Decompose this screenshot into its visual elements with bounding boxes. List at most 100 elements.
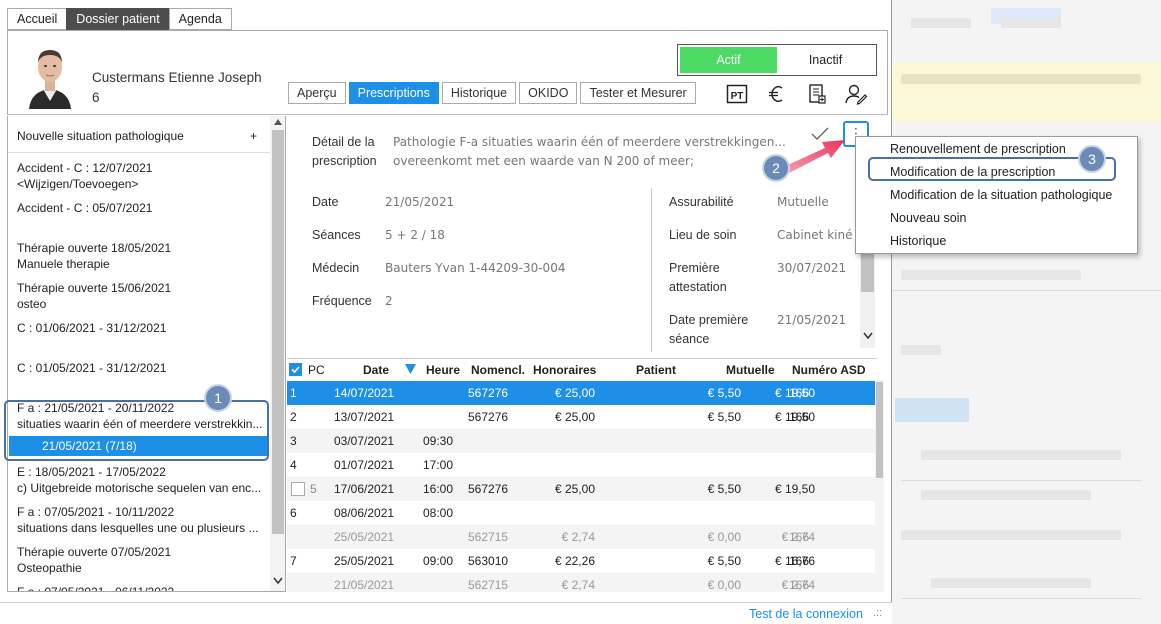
tab-accueil[interactable]: Accueil bbox=[7, 8, 67, 30]
cell-asd: 166 bbox=[789, 386, 810, 400]
col-honoraires[interactable]: Honoraires bbox=[533, 363, 596, 377]
table-row[interactable]: 3 03/07/2021 09:30 bbox=[287, 429, 875, 453]
active-button[interactable]: Actif bbox=[680, 47, 777, 73]
pt-icon[interactable]: PT bbox=[725, 82, 749, 106]
cell-heure: 16:00 bbox=[423, 482, 454, 496]
list-item[interactable]: F a : 07/05/2021 - 06/11/2022 bbox=[8, 584, 269, 592]
table-row[interactable]: 1 14/07/2021 567276 € 25,00 € 5,50 € 19,50 166 bbox=[287, 381, 875, 405]
list-item[interactable]: Accident - C : 05/07/2021 bbox=[8, 200, 269, 216]
resize-grip-icon[interactable]: .:: bbox=[873, 607, 882, 619]
euro-icon[interactable] bbox=[765, 82, 789, 106]
list-item-line1: Thérapie ouverte 07/05/2021 bbox=[17, 545, 172, 559]
scroll-down-icon[interactable] bbox=[273, 577, 283, 585]
table-row[interactable]: 2 13/07/2021 567276 € 25,00 € 5,50 € 19,50 166 bbox=[287, 405, 875, 429]
detail-scrollbar[interactable] bbox=[860, 250, 875, 348]
cell-date: 13/07/2021 bbox=[334, 410, 395, 424]
table-row[interactable]: 7 25/05/2021 09:00 563010 € 22,26 € 5,50 € 16,… bbox=[287, 549, 875, 573]
list-item[interactable]: F a : 07/05/2021 - 10/11/2022 situations… bbox=[8, 504, 269, 536]
list-item-line1: Thérapie ouverte 18/05/2021 bbox=[17, 241, 172, 255]
field-value: 21/05/2021 bbox=[385, 195, 455, 209]
list-item[interactable]: Thérapie ouverte 07/05/2021 Osteopathie bbox=[8, 544, 269, 576]
list-item-line2: situations dans lesquelles une ou plusie… bbox=[17, 521, 259, 535]
table-row[interactable]: 4 01/07/2021 17:00 bbox=[287, 453, 875, 477]
scrollbar-thumb[interactable] bbox=[876, 382, 883, 478]
step-badge-1: 1 bbox=[204, 384, 232, 412]
row-checkbox[interactable] bbox=[291, 482, 305, 496]
col-patient[interactable]: Patient bbox=[636, 363, 676, 377]
list-item[interactable]: C : 01/06/2021 - 31/12/2021 bbox=[8, 320, 269, 336]
user-edit-icon[interactable] bbox=[844, 82, 868, 106]
list-item[interactable]: C : 01/05/2021 - 31/12/2021 bbox=[8, 360, 269, 376]
cell-date: 08/06/2021 bbox=[334, 506, 395, 520]
patient-number: 6 bbox=[92, 90, 100, 105]
cell-heure: 09:30 bbox=[423, 434, 454, 448]
menu-item-renew[interactable]: Renouvellement de prescription bbox=[890, 142, 1066, 156]
background-window bbox=[891, 0, 1161, 624]
table-row[interactable]: 25/05/2021 562715 € 2,74 € 0,00 € 2,74 166 bbox=[287, 525, 875, 549]
col-numero-asd[interactable]: Numéro ASD bbox=[792, 363, 866, 377]
connection-test-link[interactable]: Test de la connexion bbox=[749, 607, 863, 621]
tab-apercu[interactable]: Aperçu bbox=[288, 82, 346, 104]
inactive-button[interactable]: Inactif bbox=[777, 47, 874, 73]
cell-hon: € 22,26 bbox=[554, 554, 595, 568]
list-item-line1: Accident - C : 05/07/2021 bbox=[17, 201, 153, 215]
menu-item-history[interactable]: Historique bbox=[890, 234, 946, 248]
tab-okido[interactable]: OKIDO bbox=[519, 82, 578, 104]
tab-historique[interactable]: Historique bbox=[441, 82, 517, 104]
menu-item-modify-situation[interactable]: Modification de la situation pathologiqu… bbox=[890, 188, 1112, 202]
cell-date: 03/07/2021 bbox=[334, 434, 395, 448]
document-icon[interactable] bbox=[805, 82, 829, 106]
list-item-line1: F a : 07/05/2021 - 06/11/2022 bbox=[17, 585, 175, 592]
col-mutuelle[interactable]: Mutuelle bbox=[726, 363, 775, 377]
cell-mut: € 19,50 bbox=[774, 482, 815, 496]
table-row[interactable]: 21/05/2021 562715 € 2,74 € 0,00 € 2,74 166 bbox=[287, 573, 875, 592]
table-row[interactable]: 6 08/06/2021 08:00 bbox=[287, 501, 875, 525]
list-item[interactable]: Accident - C : 12/07/2021 <Wijzigen/Toev… bbox=[8, 160, 269, 192]
cell-pc: 2 bbox=[290, 410, 297, 424]
menu-item-new-care[interactable]: Nouveau soin bbox=[890, 211, 966, 225]
list-item-line1: F a : 07/05/2021 - 10/11/2022 bbox=[17, 505, 175, 519]
top-tabs: Accueil Dossier patient Agenda bbox=[7, 8, 232, 30]
field-label: Médecin bbox=[312, 261, 360, 275]
col-nomencl[interactable]: Nomencl. bbox=[471, 363, 525, 377]
list-item[interactable]: Thérapie ouverte 15/06/2021 osteo bbox=[8, 280, 269, 312]
field-label: séance bbox=[669, 332, 710, 346]
list-scrollbar[interactable] bbox=[270, 116, 285, 591]
list-item-line1: C : 01/06/2021 - 31/12/2021 bbox=[17, 321, 167, 335]
scroll-down-icon[interactable] bbox=[863, 332, 873, 340]
cell-heure: 17:00 bbox=[423, 458, 454, 472]
new-situation-button[interactable]: Nouvelle situation pathologique + bbox=[8, 128, 269, 144]
field-value: Mutuelle bbox=[777, 195, 829, 209]
scrollbar-thumb[interactable] bbox=[861, 250, 874, 292]
scrollbar-thumb[interactable] bbox=[272, 130, 284, 534]
sort-desc-icon[interactable] bbox=[405, 364, 416, 374]
col-pc[interactable]: PC bbox=[308, 363, 325, 377]
list-item-line2: Osteopathie bbox=[17, 561, 82, 575]
status-toggle: Actif Inactif bbox=[677, 44, 877, 76]
field-value: 5 + 2 / 18 bbox=[385, 228, 445, 242]
tab-tester-mesurer[interactable]: Tester et Mesurer bbox=[580, 82, 696, 104]
tab-prescriptions[interactable]: Prescriptions bbox=[348, 82, 439, 104]
list-item[interactable]: E : 18/05/2021 - 17/05/2022 c) Uitgebrei… bbox=[8, 464, 269, 496]
col-date[interactable]: Date bbox=[363, 363, 389, 377]
field-label: Lieu de soin bbox=[669, 228, 737, 242]
field-value: 30/07/2021 bbox=[777, 261, 847, 275]
add-icon[interactable]: + bbox=[250, 128, 257, 144]
scroll-up-icon[interactable] bbox=[274, 119, 282, 125]
list-item-line2: c) Uitgebreide motorische sequelen van e… bbox=[17, 481, 262, 495]
col-heure[interactable]: Heure bbox=[426, 363, 460, 377]
cell-asd: 166 bbox=[789, 554, 810, 568]
tab-dossier-patient[interactable]: Dossier patient bbox=[66, 8, 169, 30]
cell-date: 01/07/2021 bbox=[334, 458, 395, 472]
tab-agenda[interactable]: Agenda bbox=[168, 8, 232, 30]
list-item-line1: C : 01/05/2021 - 31/12/2021 bbox=[17, 361, 167, 375]
table-scrollbar[interactable] bbox=[875, 380, 884, 592]
patient-tabs: Aperçu Prescriptions Historique OKIDO Te… bbox=[288, 82, 699, 104]
cell-hon: € 25,00 bbox=[554, 482, 595, 496]
table-row[interactable]: 5 17/06/2021 16:00 567276 € 25,00 € 5,50 € 19,… bbox=[287, 477, 875, 501]
cell-asd: 166 bbox=[789, 578, 810, 592]
select-all-checkbox[interactable] bbox=[289, 363, 302, 376]
cell-heure: 09:00 bbox=[423, 554, 454, 568]
cell-pc: 1 bbox=[290, 386, 297, 400]
list-item[interactable]: Thérapie ouverte 18/05/2021 Manuele ther… bbox=[8, 240, 269, 272]
